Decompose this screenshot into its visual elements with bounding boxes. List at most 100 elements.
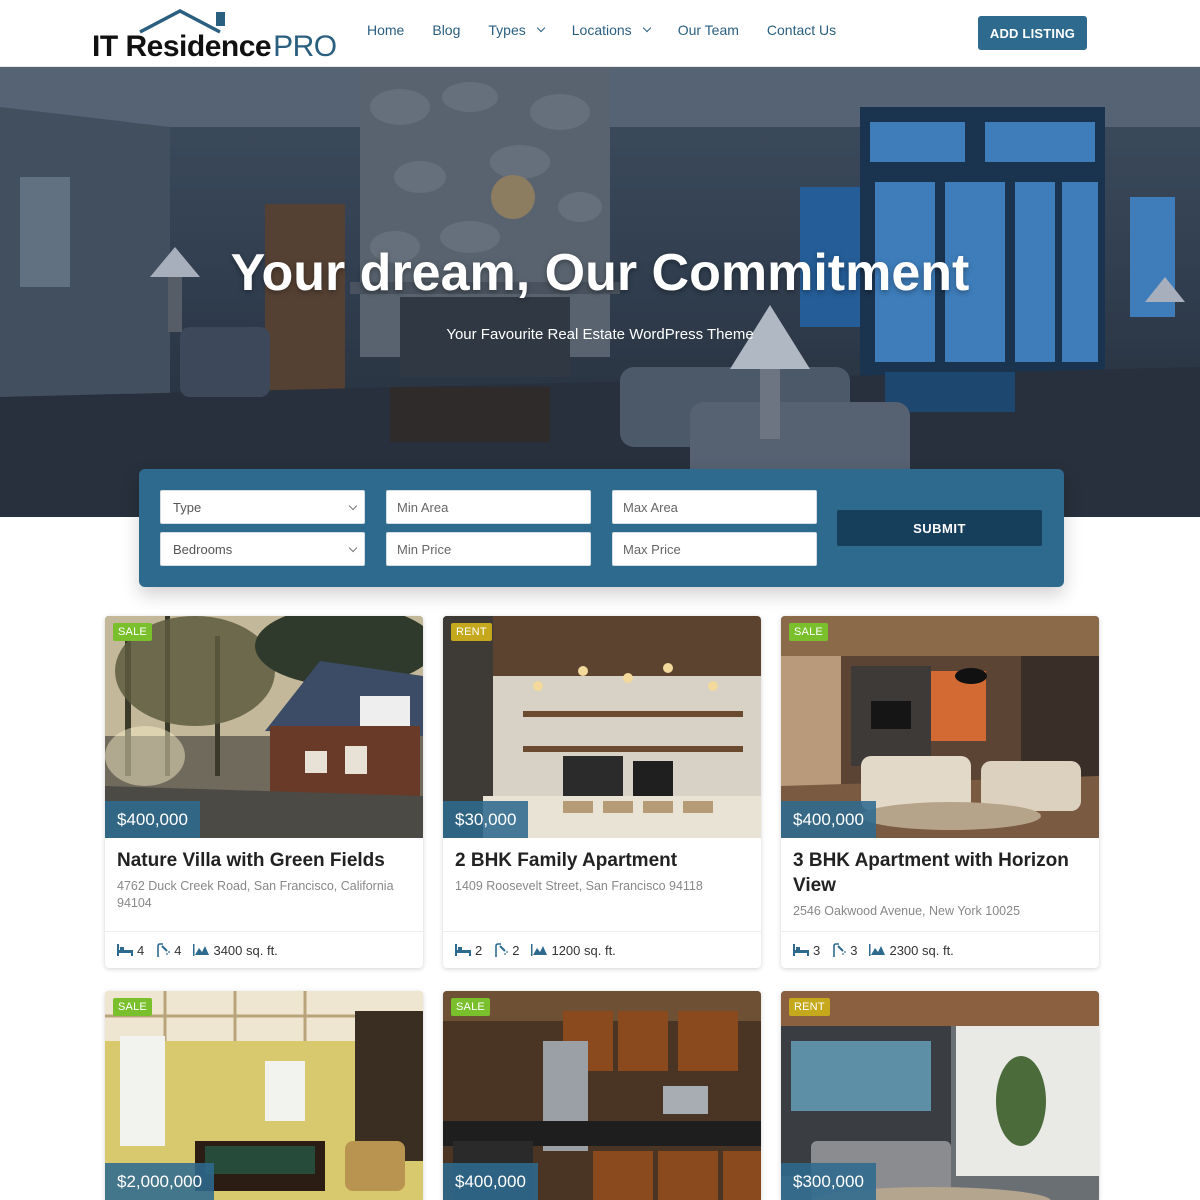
hero-title: Your dream, Our Commitment — [230, 244, 970, 302]
shower-icon — [833, 943, 847, 957]
nav-our-team-label: Our Team — [677, 22, 739, 38]
area-value: 2300 sq. ft. — [889, 942, 954, 958]
min-price-input[interactable] — [397, 541, 580, 557]
listing-card[interactable]: RENT $300,000 — [781, 991, 1099, 1200]
bathrooms-value: 3 — [850, 942, 858, 958]
listing-card[interactable]: SALE $400,000 Nature Villa with Green Fi… — [105, 616, 423, 968]
listing-image[interactable]: RENT $300,000 — [781, 991, 1099, 1200]
area-size: 1200 sq. ft. — [531, 942, 616, 958]
area-icon — [193, 944, 210, 956]
listing-image[interactable]: SALE $2,000,000 — [105, 991, 423, 1200]
add-listing-button[interactable]: ADD LISTING — [978, 16, 1087, 50]
listing-status-badge: SALE — [113, 623, 152, 641]
max-price-field[interactable] — [612, 532, 817, 566]
listing-address: 4762 Duck Creek Road, San Francisco, Cal… — [117, 879, 394, 910]
max-area-field[interactable] — [612, 490, 817, 524]
bathrooms-count: 4 — [156, 943, 181, 958]
listing-status-badge: SALE — [113, 998, 152, 1016]
listing-price: $2,000,000 — [105, 1163, 215, 1200]
listing-status-badge: SALE — [451, 998, 490, 1016]
site-header: IT ResidencePRO Home Blog Types Location… — [0, 0, 1200, 67]
min-price-field[interactable] — [386, 532, 591, 566]
listing-price: $300,000 — [781, 1163, 876, 1200]
bedrooms-select[interactable]: Bedrooms — [160, 532, 365, 566]
chevron-down-icon — [536, 23, 545, 33]
max-area-input[interactable] — [623, 499, 806, 515]
bathrooms-value: 2 — [512, 942, 520, 958]
listing-image[interactable]: RENT $30,000 — [443, 616, 761, 838]
area-value: 3400 sq. ft. — [213, 942, 278, 958]
bedrooms-value: 4 — [137, 942, 145, 958]
listing-status-badge: RENT — [789, 998, 830, 1016]
site-logo[interactable]: IT ResidencePRO — [92, 8, 337, 64]
listing-card[interactable]: RENT $30,000 2 BHK Family Apartment 1409… — [443, 616, 761, 968]
listing-status-badge: SALE — [789, 623, 828, 641]
listing-price: $400,000 — [781, 801, 876, 838]
listing-price: $400,000 — [443, 1163, 538, 1200]
type-select[interactable]: Type — [160, 490, 365, 524]
logo-wordmark: IT ResidencePRO — [92, 30, 337, 64]
listing-image[interactable]: SALE $400,000 — [781, 616, 1099, 838]
listing-status-badge: RENT — [451, 623, 492, 641]
bedrooms-value: 3 — [813, 942, 821, 958]
nav-locations-label: Locations — [571, 22, 632, 38]
min-area-field[interactable] — [386, 490, 591, 524]
submit-button[interactable]: SUBMIT — [837, 510, 1042, 546]
bedrooms-select-value: Bedrooms — [173, 541, 233, 557]
listing-price: $30,000 — [443, 801, 529, 838]
listing-image[interactable]: SALE $400,000 — [105, 616, 423, 838]
listing-title[interactable]: 3 BHK Apartment with Horizon View — [793, 848, 1087, 898]
min-area-input[interactable] — [397, 499, 580, 515]
nav-our-team[interactable]: Our Team — [678, 22, 739, 38]
listing-features: 3 3 2300 sq. ft. — [781, 931, 1099, 968]
area-value: 1200 sq. ft. — [551, 942, 616, 958]
bedrooms-value: 2 — [475, 942, 483, 958]
bedrooms-count: 4 — [117, 943, 144, 958]
max-price-input[interactable] — [623, 541, 806, 557]
type-select-value: Type — [173, 499, 202, 515]
nav-locations[interactable]: Locations — [571, 22, 651, 38]
area-icon — [869, 944, 886, 956]
bed-icon — [455, 944, 471, 956]
hero-subtitle: Your Favourite Real Estate WordPress The… — [446, 326, 754, 343]
listing-address: 1409 Roosevelt Street, San Francisco 941… — [455, 879, 703, 893]
property-search-form: Type Bedrooms SUBMIT — [139, 469, 1064, 587]
nav-types-label: Types — [488, 22, 526, 38]
listing-card[interactable]: SALE $400,000 — [443, 991, 761, 1200]
logo-name: IT Residence — [92, 30, 272, 63]
listing-image[interactable]: SALE $400,000 — [443, 991, 761, 1200]
listing-title[interactable]: Nature Villa with Green Fields — [117, 848, 411, 873]
bed-icon — [793, 944, 809, 956]
shower-icon — [157, 943, 171, 957]
logo-suffix: PRO — [273, 30, 337, 63]
nav-home-label: Home — [367, 22, 405, 38]
nav-home[interactable]: Home — [367, 22, 404, 38]
listing-features: 4 4 3400 sq. ft. — [105, 931, 423, 968]
area-size: 3400 sq. ft. — [193, 942, 278, 958]
listing-card[interactable]: SALE $400,000 3 BHK Apartment with Horiz… — [781, 616, 1099, 968]
nav-types[interactable]: Types — [488, 22, 545, 38]
listing-price: $400,000 — [105, 801, 200, 838]
nav-contact-us[interactable]: Contact Us — [767, 22, 836, 38]
chevron-down-icon — [348, 543, 358, 552]
hero-banner: Your dream, Our Commitment Your Favourit… — [0, 67, 1200, 517]
bed-icon — [117, 944, 133, 956]
bedrooms-count: 3 — [793, 943, 820, 958]
listing-card[interactable]: SALE $2,000,000 — [105, 991, 423, 1200]
nav-contact-us-label: Contact Us — [766, 22, 837, 38]
nav-blog-label: Blog — [432, 22, 461, 38]
bathrooms-count: 3 — [832, 943, 857, 958]
area-size: 2300 sq. ft. — [869, 942, 954, 958]
listing-features: 2 2 1200 sq. ft. — [443, 931, 761, 968]
bathrooms-value: 4 — [174, 942, 182, 958]
shower-icon — [495, 943, 509, 957]
listing-title[interactable]: 2 BHK Family Apartment — [455, 848, 749, 873]
listing-address: 2546 Oakwood Avenue, New York 10025 — [793, 904, 1021, 918]
listing-details: 3 BHK Apartment with Horizon View 2546 O… — [781, 838, 1099, 920]
listing-details: Nature Villa with Green Fields 4762 Duck… — [105, 838, 423, 912]
listing-details: 2 BHK Family Apartment 1409 Roosevelt St… — [443, 838, 761, 895]
bedrooms-count: 2 — [455, 943, 482, 958]
nav-blog[interactable]: Blog — [432, 22, 460, 38]
chevron-down-icon — [642, 23, 651, 33]
chevron-down-icon — [348, 501, 358, 510]
